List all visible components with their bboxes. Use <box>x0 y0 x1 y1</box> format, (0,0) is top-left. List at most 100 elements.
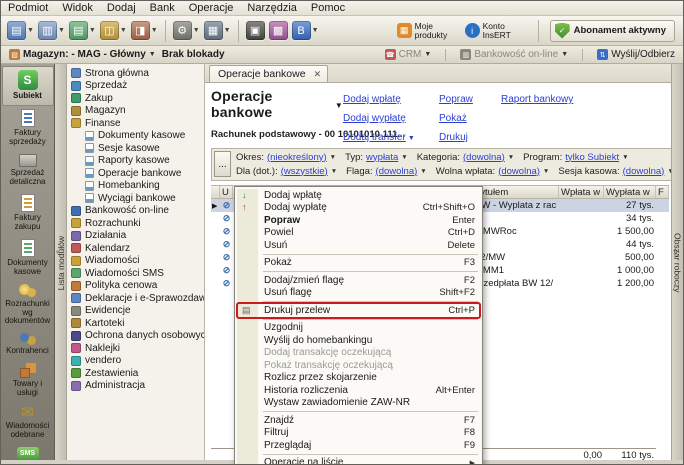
moje-produkty-button[interactable]: ▦ Moje produkty <box>397 22 459 40</box>
column-header-marker[interactable] <box>211 186 220 198</box>
workspace-strip[interactable]: » Obszar roboczy <box>671 64 683 462</box>
tree-item-kartoteki[interactable]: Kartoteki <box>67 317 204 330</box>
context-menu-item-dodaj-wyplate[interactable]: ↑Dodaj wypłatęCtrl+Shift+O <box>236 202 481 215</box>
context-menu-item-przegladaj[interactable]: PrzeglądajF9 <box>236 439 481 452</box>
tree-item-ewidencje[interactable]: Ewidencje <box>67 305 204 318</box>
module-dokumenty-kasowe[interactable]: Dokumenty kasowe <box>2 236 54 281</box>
menu-item-pomoc[interactable]: Pomoc <box>304 1 352 15</box>
link-dodaj-wyplate[interactable]: Dodaj wypłatę <box>343 113 406 124</box>
crm-menu[interactable]: ☎ CRM ▼ <box>385 49 432 60</box>
bankowosc-online-menu[interactable]: ▥ Bankowość on-line ▼ <box>460 49 568 60</box>
column-header-wplata-w-9[interactable]: Wpłata w <box>559 186 604 198</box>
menu-item-podmiot[interactable]: Podmiot <box>1 1 55 15</box>
cash-documents-button[interactable]: ▤▼ <box>69 21 96 40</box>
link-dodaj-transfer[interactable]: Dodaj transfer <box>343 132 406 143</box>
tree-item-wiadomosci[interactable]: Wiadomości <box>67 255 204 268</box>
filter-value-sesja-kasowa[interactable]: (dowolna) <box>623 166 665 177</box>
context-menu-item-operacje-na-liscie[interactable]: Operacje na liście▶ <box>236 457 481 465</box>
context-menu-item-wyslij-do-homebankingu[interactable]: Wyślij do homebankingu <box>236 334 481 347</box>
tree-item-wyciagi-bankowe[interactable]: Wyciągi bankowe <box>67 192 204 205</box>
tree-item-vendero[interactable]: vendero <box>67 355 204 368</box>
abonament-button[interactable]: ✓ Abonament aktywny <box>550 20 675 42</box>
context-menu-item-usun-flage[interactable]: Usuń flagęShift+F2 <box>236 287 481 300</box>
link-dodaj-wplate[interactable]: Dodaj wpłatę <box>343 94 401 105</box>
tree-item-sprzedaz[interactable]: Sprzedaż <box>67 80 204 93</box>
column-header-tytulem-8[interactable]: Tytułem <box>473 186 559 198</box>
context-menu-item-popraw[interactable]: PoprawEnter <box>236 214 481 227</box>
context-menu-item-drukuj-przelew[interactable]: ▤Drukuj przelewCtrl+P <box>236 304 481 317</box>
konto-insert-button[interactable]: i Konto InsERT <box>465 22 527 40</box>
tab-operacje-bankowe[interactable]: Operacje bankowe ✕ <box>209 65 328 82</box>
page-title-menu[interactable]: Operacje bankowe ▼ <box>211 88 343 120</box>
menu-item-widok[interactable]: Widok <box>55 1 100 15</box>
link-drukuj[interactable]: Drukuj <box>439 132 468 143</box>
tree-item-zestawienia[interactable]: Zestawienia <box>67 367 204 380</box>
filter-value-wolna-wplata[interactable]: (dowolna) <box>498 166 540 177</box>
tree-item-dzialania[interactable]: Działania <box>67 230 204 243</box>
collapse-chevron-icon[interactable]: » <box>673 247 677 256</box>
bank-operations-button[interactable]: ◫▼ <box>100 21 127 40</box>
filter-value-program[interactable]: tylko Subiekt <box>565 152 619 163</box>
menu-item-narzedzia[interactable]: Narzędzia <box>240 1 304 15</box>
module-list-strip[interactable]: « Lista modułów <box>55 64 67 462</box>
tree-item-strona-glowna[interactable]: Strona główna <box>67 67 204 80</box>
gift-box-button[interactable]: ▩ <box>269 21 288 40</box>
context-menu-item-usun[interactable]: UsuńDelete <box>236 239 481 252</box>
menu-item-dodaj[interactable]: Dodaj <box>100 1 143 15</box>
magazyn-selector[interactable]: ▧ Magazyn: - MAG - Główny ▼ <box>9 49 156 60</box>
tree-item-rozrachunki[interactable]: Rozrachunki <box>67 217 204 230</box>
filter-value-okres[interactable]: (nieokreślony) <box>267 152 327 163</box>
column-header-u-1[interactable]: U <box>220 186 233 198</box>
context-menu-item-wystaw-zawiadomienie-zaw-nr[interactable]: Wystaw zawiadomienie ZAW-NR <box>236 397 481 410</box>
settlements-button[interactable]: ◨▼ <box>131 21 158 40</box>
filter-options-button[interactable]: ... <box>214 151 231 177</box>
tree-item-finanse[interactable]: Finanse <box>67 117 204 130</box>
bank-link-button[interactable]: B▼ <box>292 21 319 40</box>
context-menu-item-powiel[interactable]: PowielCtrl+D <box>236 227 481 240</box>
tree-item-kalendarz[interactable]: Kalendarz <box>67 242 204 255</box>
context-menu-item-dodaj-wplate[interactable]: ↓Dodaj wpłatę <box>236 189 481 202</box>
menu-item-operacje[interactable]: Operacje <box>182 1 241 15</box>
context-menu-item-rozlicz-przez-skojarzenie[interactable]: Rozlicz przez skojarzenie <box>236 372 481 385</box>
context-menu-item-filtruj[interactable]: FiltrujF8 <box>236 427 481 440</box>
link-pokaz[interactable]: Pokaż <box>439 113 467 124</box>
documents-list-button[interactable]: ▥▼ <box>38 21 65 40</box>
settings-gear-button[interactable]: ⚙▼ <box>173 21 200 40</box>
wyslij-odbierz-button[interactable]: ⇅ Wyślij/Odbierz <box>597 49 675 60</box>
filter-value-typ[interactable]: wypłata <box>366 152 398 163</box>
filter-value-kategoria[interactable]: (dowolna) <box>463 152 505 163</box>
column-header-f-11[interactable]: F <box>656 186 669 198</box>
tab-close-icon[interactable]: ✕ <box>314 69 322 80</box>
tree-item-zakup[interactable]: Zakup <box>67 92 204 105</box>
tree-item-naklejki[interactable]: Naklejki <box>67 342 204 355</box>
module-wiadomosci-odebrane[interactable]: ✉Wiadomości odebrane <box>2 402 54 444</box>
module-sprzedaz-detaliczna[interactable]: Sprzedaż detaliczna <box>2 151 54 191</box>
module-subiekt[interactable]: SSubiekt <box>2 66 54 106</box>
new-document-button[interactable]: ▤▼ <box>7 21 34 40</box>
module-faktury-sprzedazy[interactable]: Faktury sprzedaży <box>2 106 54 151</box>
tree-item-polityka-cenowa[interactable]: Polityka cenowa <box>67 280 204 293</box>
column-header-wyplata-w-10[interactable]: Wypłata w <box>604 186 656 198</box>
module-kontrahenci[interactable]: Kontrahenci <box>2 330 54 360</box>
filter-value-flaga[interactable]: (dowolna) <box>376 166 418 177</box>
context-menu-item-znajdz[interactable]: ZnajdźF7 <box>236 414 481 427</box>
tree-item-operacje-bankowe[interactable]: Operacje bankowe <box>67 167 204 180</box>
context-menu-item-dodaj-zmien-flage[interactable]: Dodaj/zmień flagęF2 <box>236 274 481 287</box>
tree-item-ochrona-danych-osobowych[interactable]: Ochrona danych osobowych <box>67 330 204 343</box>
link-raport-bankowy[interactable]: Raport bankowy <box>501 94 573 105</box>
module-rozrachunki-wg-dokumentow[interactable]: Rozrachunki wg dokumentów <box>2 281 54 331</box>
tree-item-magazyn[interactable]: Magazyn <box>67 105 204 118</box>
tree-item-bankowosc-on-line[interactable]: Bankowość on-line <box>67 205 204 218</box>
context-menu-item-uzgodnij[interactable]: Uzgodnij <box>236 322 481 335</box>
context-menu-item-pokaz[interactable]: PokażF3 <box>236 257 481 270</box>
link-popraw[interactable]: Popraw <box>439 94 473 105</box>
menu-item-bank[interactable]: Bank <box>143 1 182 15</box>
calculator-button[interactable]: ▦▼ <box>204 21 231 40</box>
module-towary-i-uslugi[interactable]: Towary i usługi <box>2 360 54 402</box>
module-faktury-zakupu[interactable]: Faktury zakupu <box>2 191 54 236</box>
package-button[interactable]: ▣ <box>246 21 265 40</box>
tree-item-wiadomosci-sms[interactable]: Wiadomości SMS <box>67 267 204 280</box>
tree-item-administracja[interactable]: Administracja <box>67 380 204 393</box>
tree-item-homebanking[interactable]: Homebanking <box>67 180 204 193</box>
filter-value-dla-dot[interactable]: (wszystkie) <box>281 166 328 177</box>
